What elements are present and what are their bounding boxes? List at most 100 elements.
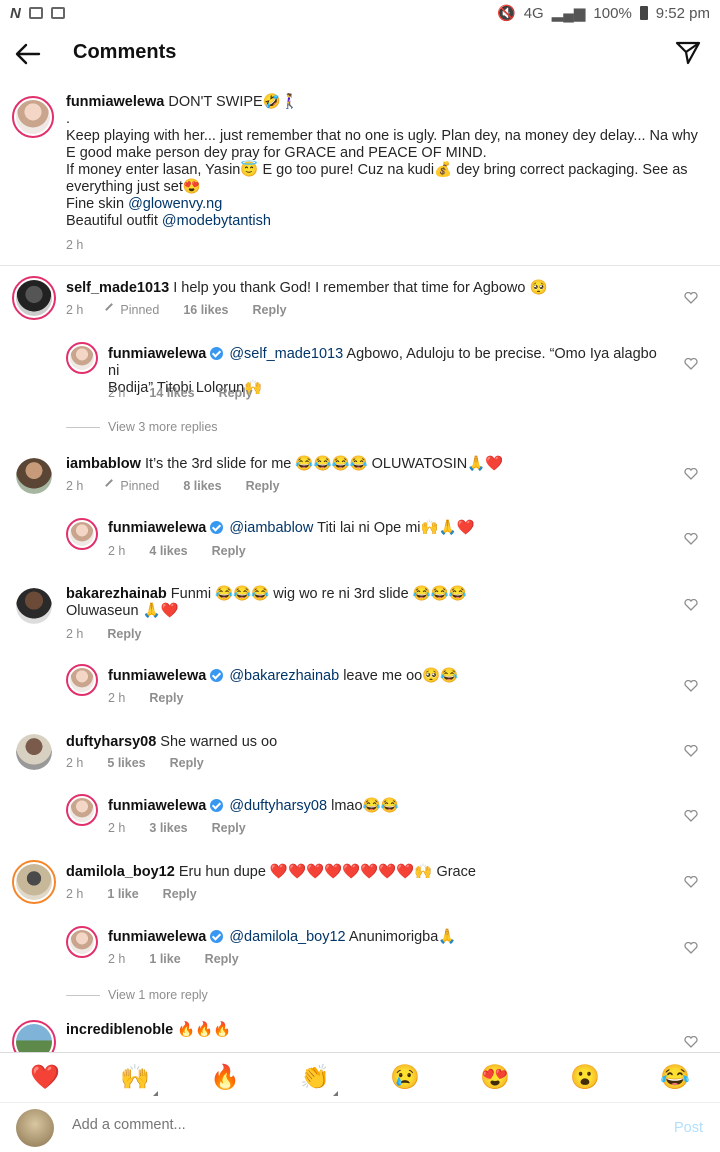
fire-emoji-button[interactable]: 🔥: [210, 1063, 240, 1092]
screen-icon: [28, 7, 43, 19]
like-heart-icon[interactable]: [684, 468, 698, 480]
like-heart-icon[interactable]: [684, 533, 698, 545]
comment-item: damilola_boy12 Eru hun dupe ❤️❤️❤️❤️❤️❤️…: [0, 856, 720, 918]
raised-hands-emoji-button[interactable]: 🙌: [120, 1063, 158, 1096]
mention-link[interactable]: @iambablow: [229, 520, 313, 536]
verified-badge-icon: [210, 521, 224, 534]
heart-eyes-emoji-button[interactable]: 😍: [480, 1063, 510, 1092]
avatar[interactable]: [66, 342, 98, 374]
avatar[interactable]: [66, 926, 98, 958]
comment-username[interactable]: funmiawelewa: [108, 929, 206, 945]
like-heart-icon[interactable]: [684, 1036, 698, 1048]
likes-count[interactable]: 8 likes: [183, 479, 221, 493]
likes-count[interactable]: 5 likes: [107, 756, 145, 770]
reply-button[interactable]: Reply: [163, 887, 197, 901]
surprised-emoji-button[interactable]: 😮: [570, 1063, 600, 1092]
avatar[interactable]: [16, 588, 52, 624]
notification-icon: [50, 7, 65, 19]
reply-button[interactable]: Reply: [107, 627, 141, 641]
mention-link[interactable]: @damilola_boy12: [229, 929, 345, 945]
reply-button[interactable]: Reply: [149, 691, 183, 705]
comment-username[interactable]: funmiawelewa: [108, 520, 206, 536]
likes-count[interactable]: 1 like: [149, 952, 180, 966]
mention-link[interactable]: @bakarezhainab: [229, 668, 339, 684]
comment-text: 🔥🔥🔥: [173, 1022, 232, 1038]
heart-emoji-button[interactable]: ❤️: [30, 1063, 60, 1092]
comment-username[interactable]: funmiawelewa: [108, 346, 206, 362]
likes-count[interactable]: 3 likes: [149, 821, 187, 835]
clap-emoji-button[interactable]: 👏: [300, 1063, 338, 1096]
avatar[interactable]: [16, 458, 52, 494]
view-more-replies[interactable]: View 1 more reply: [66, 988, 208, 1002]
like-heart-icon[interactable]: [684, 292, 698, 304]
reply-item: funmiawelewa @bakarezhainab leave me oo🥺😂…: [0, 662, 720, 720]
comment-text: It’s the 3rd slide for me 😂😂😂😂 OLUWATOSI…: [140, 456, 504, 472]
comment-username[interactable]: incrediblenoble: [66, 1022, 173, 1038]
comment-username[interactable]: funmiawelewa: [108, 798, 206, 814]
comment-username[interactable]: damilola_boy12: [66, 864, 175, 880]
laughing-emoji-button[interactable]: 😂: [660, 1063, 690, 1092]
status-bar: N 🔇 4G ▂▄▆ 100% 9:52 pm: [0, 0, 720, 26]
like-heart-icon[interactable]: [684, 942, 698, 954]
avatar[interactable]: [12, 276, 56, 320]
signal-icon: ▂▄▆: [551, 5, 586, 22]
send-icon[interactable]: [674, 39, 702, 67]
likes-count[interactable]: 16 likes: [183, 303, 228, 317]
like-heart-icon[interactable]: [684, 745, 698, 757]
mention-link[interactable]: @glowenvy.ng: [128, 196, 222, 212]
like-heart-icon[interactable]: [684, 599, 698, 611]
comment-input[interactable]: [72, 1117, 632, 1133]
reply-button[interactable]: Reply: [170, 756, 204, 770]
reply-button[interactable]: Reply: [212, 821, 246, 835]
avatar[interactable]: [66, 518, 98, 550]
comment-item: iambablow It’s the 3rd slide for me 😂😂😂😂…: [0, 446, 720, 510]
likes-count[interactable]: 4 likes: [149, 544, 187, 558]
likes-count[interactable]: 14 likes: [149, 386, 194, 400]
avatar[interactable]: [12, 1020, 56, 1052]
reply-button[interactable]: Reply: [253, 303, 287, 317]
reply-button[interactable]: Reply: [219, 386, 253, 400]
battery-icon: [639, 6, 648, 20]
reply-button[interactable]: Reply: [212, 544, 246, 558]
avatar: [16, 1109, 54, 1147]
comment-username[interactable]: iambablow: [66, 456, 141, 472]
caption-username[interactable]: funmiawelewa: [66, 94, 164, 110]
like-heart-icon[interactable]: [684, 810, 698, 822]
mention-link[interactable]: @self_made1013: [229, 346, 343, 362]
comment-username[interactable]: funmiawelewa: [108, 668, 206, 684]
back-arrow-icon[interactable]: [14, 40, 42, 68]
comment-text: Eru hun dupe ❤️❤️❤️❤️❤️❤️❤️❤️🙌 Grace: [174, 864, 476, 880]
post-button[interactable]: Post: [674, 1120, 703, 1136]
comment-username[interactable]: bakarezhainab: [66, 586, 167, 602]
reply-button[interactable]: Reply: [205, 952, 239, 966]
clock: 9:52 pm: [655, 4, 710, 22]
comment-item: self_made1013 I help you thank God! I re…: [0, 268, 720, 338]
reply-item: funmiawelewa @duftyharsy08 lmao😂😂 2 h3 li…: [0, 792, 720, 850]
view-more-replies[interactable]: View 3 more replies: [66, 420, 218, 434]
comment-text: Funmi 😂😂😂 wig wo re ni 3rd slide 😂😂😂: [166, 586, 467, 602]
like-heart-icon[interactable]: [684, 358, 698, 370]
reply-item: funmiawelewa @self_made1013 Agbowo, Adulo…: [0, 338, 720, 410]
reply-item: funmiawelewa @iambablow Titi lai ni Ope m…: [0, 514, 720, 574]
mention-link[interactable]: @duftyharsy08: [229, 798, 327, 814]
reply-button[interactable]: Reply: [246, 479, 280, 493]
avatar[interactable]: [12, 96, 54, 138]
mention-link[interactable]: @modebytantish: [162, 213, 271, 229]
like-heart-icon[interactable]: [684, 876, 698, 888]
crying-emoji-button[interactable]: 😢: [390, 1063, 420, 1092]
caption-time: 2 h: [66, 238, 84, 252]
avatar[interactable]: [16, 734, 52, 770]
comment-username[interactable]: duftyharsy08: [66, 734, 156, 750]
comment-text: I help you thank God! I remember that ti…: [169, 280, 548, 296]
avatar[interactable]: [12, 860, 56, 904]
top-bar: Comments: [0, 26, 720, 80]
like-heart-icon[interactable]: [684, 680, 698, 692]
verified-badge-icon: [210, 799, 224, 812]
likes-count[interactable]: 1 like: [107, 887, 138, 901]
emoji-quick-bar: ❤️ 🙌 🔥 👏 😢 😍 😮 😂: [0, 1052, 720, 1102]
comment-item: bakarezhainab Funmi 😂😂😂 wig wo re ni 3rd…: [0, 580, 720, 652]
avatar[interactable]: [66, 664, 98, 696]
comment-username[interactable]: self_made1013: [66, 280, 169, 296]
caption-text: funmiawelewa DON'T SWIPE🤣🚶‍♀️ . Keep pla…: [66, 94, 698, 229]
avatar[interactable]: [66, 794, 98, 826]
